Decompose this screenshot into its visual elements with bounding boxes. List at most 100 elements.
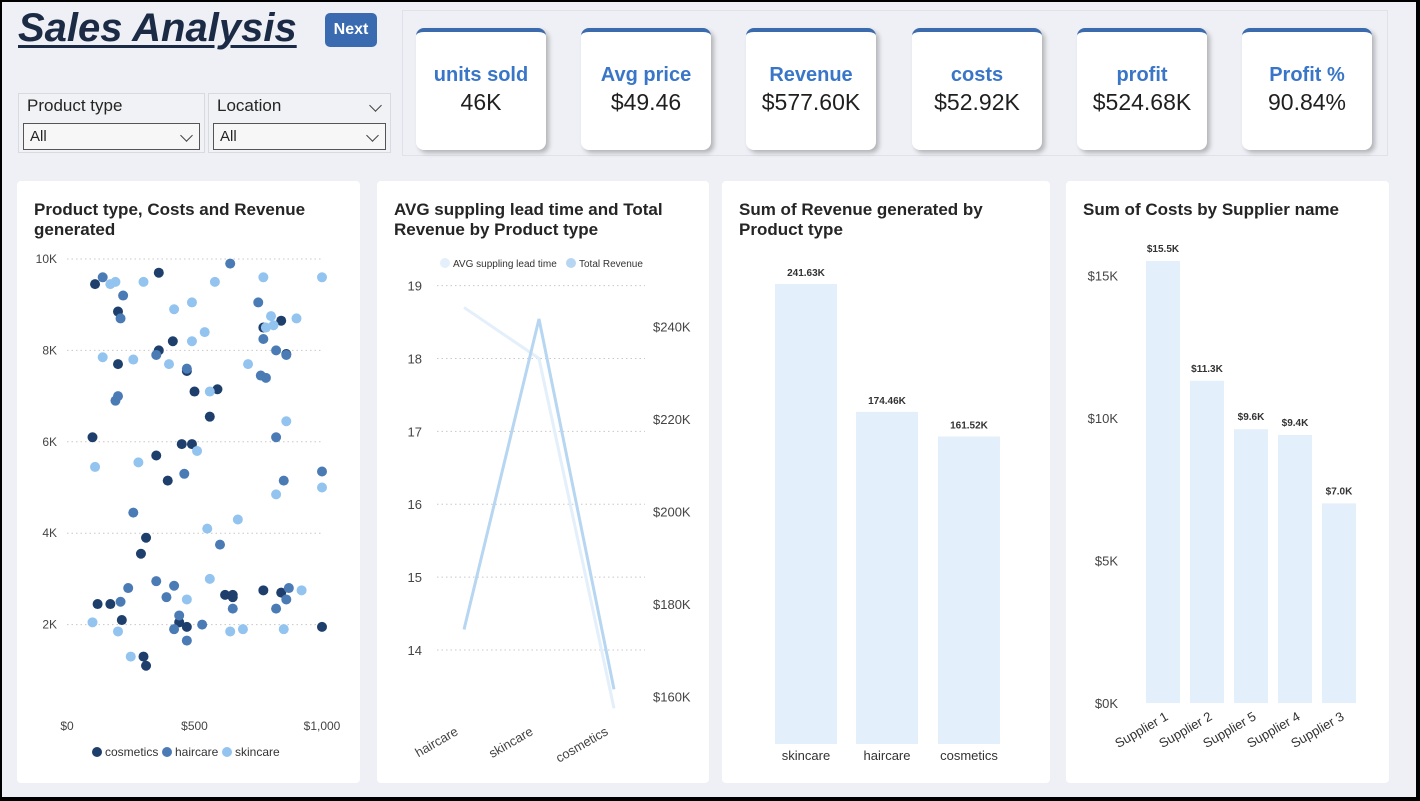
dashboard-canvas: Sales Analysis Next Product type All Loc… <box>2 2 1416 797</box>
kpi-card-revenue: Revenue $577.60K <box>746 28 876 150</box>
legend-label: skincare <box>235 745 280 759</box>
scatter-point <box>291 313 302 324</box>
scatter-point <box>215 539 225 550</box>
bar <box>775 284 837 744</box>
kpi-label: Revenue <box>769 64 853 86</box>
scatter-point <box>317 272 327 283</box>
scatter-point <box>281 594 292 605</box>
scatter-point <box>266 311 276 322</box>
x-tick-label: skincare <box>486 724 535 761</box>
scatter-point <box>278 475 289 486</box>
scatter-point <box>128 507 139 518</box>
scatter-point <box>105 599 116 610</box>
kpi-value: 46K <box>460 89 502 115</box>
scatter-point <box>209 276 220 287</box>
scatter-point <box>90 461 101 472</box>
scatter-point <box>197 619 208 630</box>
legend-marker <box>440 258 450 268</box>
y-left-tick-label: 15 <box>408 570 422 585</box>
x-tick-label: haircare <box>864 748 911 763</box>
scatter-point <box>281 416 292 427</box>
costs-bar-chart[interactable]: $0K$5K$10K$15K$15.5KSupplier 1$11.3KSupp… <box>1066 181 1389 783</box>
y-tick-label: 6K <box>42 435 57 449</box>
scatter-point <box>243 359 254 370</box>
product-type-dropdown[interactable]: All <box>23 123 200 150</box>
series-line <box>463 306 616 709</box>
kpi-card-costs: costs $52.92K <box>912 28 1042 150</box>
scatter-point <box>161 592 172 603</box>
x-tick-label: cosmetics <box>553 723 611 765</box>
scatter-point <box>189 386 200 397</box>
costs-bar-chart-card: Sum of Costs by Supplier name $0K $5K $10K… <box>1066 181 1389 783</box>
scatter-point <box>192 445 203 456</box>
kpi-label: Avg price <box>600 64 692 86</box>
scatter-point <box>110 276 121 287</box>
scatter-point <box>181 621 192 632</box>
y-left-tick-label: 17 <box>408 424 422 439</box>
location-label: Location <box>217 96 282 115</box>
scatter-point <box>232 514 243 525</box>
legend-marker <box>92 747 102 757</box>
legend-label: cosmetics <box>105 745 158 759</box>
scatter-point <box>181 594 192 605</box>
scatter-point <box>204 386 215 397</box>
scatter-point <box>278 624 289 635</box>
y-tick-label: $5K <box>1095 553 1118 568</box>
scatter-point <box>128 354 139 365</box>
revenue-bar-chart[interactable]: 241.63K skincare 174.46K haircare 161.52K cos… <box>722 181 1050 783</box>
line-chart[interactable]: 14 15 16 17 18 19 $160K $180K $200K $220K $240K hai… <box>377 181 709 783</box>
kpi-card-profit: profit $524.68K <box>1077 28 1207 150</box>
scatter-point <box>151 576 162 587</box>
scatter-point <box>162 475 173 486</box>
data-label: 174.46K <box>868 396 907 407</box>
scatter-point <box>271 432 282 443</box>
chevron-down-icon[interactable] <box>369 99 382 112</box>
product-type-value: All <box>30 128 47 145</box>
scatter-point <box>181 363 192 374</box>
scatter-point <box>138 276 149 287</box>
page-title: Sales Analysis <box>18 6 297 50</box>
scatter-point <box>92 599 103 610</box>
scatter-point <box>164 359 174 370</box>
scatter-point <box>90 279 101 290</box>
location-dropdown[interactable]: All <box>213 123 386 150</box>
scatter-point <box>204 411 215 422</box>
scatter-point <box>253 297 264 308</box>
bar <box>856 411 918 744</box>
chevron-down-icon <box>180 129 193 142</box>
scatter-point <box>116 615 127 626</box>
x-tick-label: $1,000 <box>304 719 341 733</box>
data-label: $9.6K <box>1238 412 1265 423</box>
y-tick-label: 10K <box>36 252 57 266</box>
kpi-value: 90.84% <box>1267 89 1346 115</box>
scatter-point <box>179 468 190 479</box>
legend-marker <box>162 747 172 757</box>
next-button[interactable]: Next <box>325 13 377 47</box>
chevron-down-icon <box>366 129 379 142</box>
scatter-point <box>87 617 98 628</box>
location-slicer: Location All <box>208 93 391 153</box>
scatter-point <box>169 580 180 591</box>
scatter-point <box>258 333 269 344</box>
scatter-point <box>151 450 162 461</box>
scatter-point <box>227 592 238 603</box>
scatter-point <box>281 349 292 360</box>
scatter-point <box>118 290 129 301</box>
scatter-point <box>176 439 187 450</box>
data-label: $7.0K <box>1326 486 1353 497</box>
y-left-tick-label: 14 <box>408 643 422 658</box>
y-right-tick-label: $180K <box>653 597 691 612</box>
bar <box>1146 261 1180 703</box>
scatter-point <box>169 304 180 315</box>
scatter-point <box>283 583 294 594</box>
scatter-chart[interactable]: 2K 4K 6K 8K 10K $0 $500 $1,000 cosmetics haircare… <box>17 181 360 783</box>
scatter-point <box>271 489 282 500</box>
scatter-point <box>199 327 210 338</box>
scatter-point <box>97 272 108 283</box>
kpi-label: costs <box>950 64 1004 86</box>
y-tick-label: $15K <box>1088 268 1119 283</box>
scatter-point <box>115 596 126 607</box>
scatter-point <box>317 621 327 632</box>
y-right-tick-label: $220K <box>653 412 691 427</box>
legend-label: haircare <box>175 745 219 759</box>
